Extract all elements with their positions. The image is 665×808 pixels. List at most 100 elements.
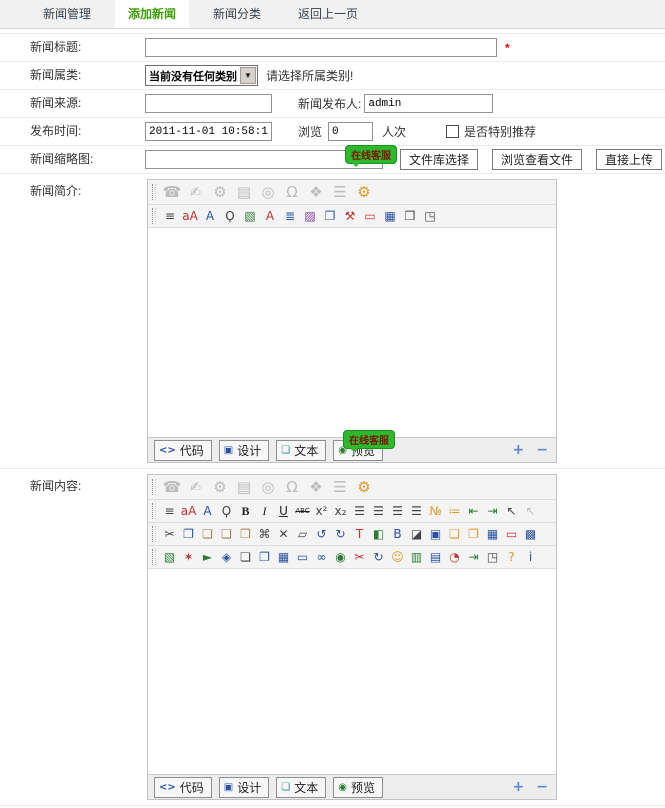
info-icon[interactable]: i [522, 548, 540, 566]
paste-icon[interactable]: ❏ [199, 525, 217, 543]
hyperlink-icon[interactable]: ∞ [313, 548, 331, 566]
media-manager-icon[interactable]: ☎ [161, 477, 183, 497]
shading-icon[interactable]: ◪ [408, 525, 426, 543]
frame-icon[interactable]: ▣ [427, 525, 445, 543]
toolbar-drag-handle[interactable] [152, 184, 156, 200]
disc-icon[interactable]: ◎ [257, 477, 279, 497]
new-doc-icon[interactable]: ❏ [237, 548, 255, 566]
delete-icon[interactable]: ✕ [275, 525, 293, 543]
paragraph-style-icon[interactable]: ≡ [161, 502, 179, 520]
textfield-icon[interactable]: ▭ [294, 548, 312, 566]
headset-icon[interactable]: Ω [281, 182, 303, 202]
marquee-icon[interactable]: ▭ [361, 207, 379, 225]
toolbar-drag-handle[interactable] [152, 503, 156, 519]
components-icon[interactable]: ❖ [305, 182, 327, 202]
calendar-icon[interactable]: ▦ [275, 548, 293, 566]
settings-gear-icon[interactable]: ⚙ [353, 477, 375, 497]
cut-icon[interactable]: ✂ [161, 525, 179, 543]
align-right-icon[interactable]: ☰ [389, 502, 407, 520]
table-icon[interactable]: ▦ [381, 207, 399, 225]
text-color-icon[interactable]: T [351, 525, 369, 543]
send-back-icon[interactable]: ❐ [465, 525, 483, 543]
shrink-editor-icon[interactable]: − [536, 780, 548, 794]
tab-news-management[interactable]: 新闻管理 [30, 0, 104, 28]
layers-icon[interactable]: ❐ [321, 207, 339, 225]
intro-editor-content[interactable] [148, 228, 556, 437]
zoom-icon[interactable]: Ϙ [221, 207, 239, 225]
views-input[interactable] [328, 122, 373, 141]
strikethrough-icon[interactable]: ABC [294, 502, 312, 520]
paragraph-style-icon[interactable]: ≡ [161, 207, 179, 225]
disc-icon[interactable]: ◎ [257, 182, 279, 202]
paste-text-icon[interactable]: ❒ [237, 525, 255, 543]
undo-icon[interactable]: ↺ [313, 525, 331, 543]
publish-time-input[interactable] [145, 122, 272, 141]
tab-return-previous[interactable]: 返回上一页 [285, 0, 371, 28]
upload-file-icon[interactable]: ◈ [218, 548, 236, 566]
find-icon[interactable]: ⌘ [256, 525, 274, 543]
clock-icon[interactable]: ◔ [446, 548, 464, 566]
dropdown-arrow-icon[interactable]: ▼ [240, 67, 256, 84]
popup-window-icon[interactable]: ◳ [484, 548, 502, 566]
bold-icon[interactable]: B [237, 502, 255, 520]
toolbar-drag-handle[interactable] [152, 479, 156, 495]
underline-icon[interactable]: U [275, 502, 293, 520]
draw-tool-icon[interactable]: ✍ [185, 182, 207, 202]
font-color-icon[interactable]: A [261, 207, 279, 225]
components-icon[interactable]: ❖ [305, 477, 327, 497]
settings-gear-icon[interactable]: ⚙ [353, 182, 375, 202]
editor-mode-tab[interactable]: ▣ 设计 [219, 440, 269, 461]
expand-editor-icon[interactable]: + [513, 443, 525, 457]
tab-add-news[interactable]: 添加新闻 [115, 0, 189, 28]
outdent-icon[interactable]: ⇤ [465, 502, 483, 520]
editor-mode-tab[interactable]: ◉ 预览 [333, 777, 383, 798]
paste-word-icon[interactable]: ❑ [218, 525, 236, 543]
help-icon[interactable]: ? [503, 548, 521, 566]
emoticon-icon[interactable]: ☺ [389, 548, 407, 566]
export-icon[interactable]: ⇥ [465, 548, 483, 566]
excel-icon[interactable]: ▥ [408, 548, 426, 566]
library-select-button[interactable]: 文件库选择 [400, 149, 478, 170]
editor-mode-tab[interactable]: <> 代码 [154, 440, 212, 461]
toolbar-drag-handle[interactable] [152, 526, 156, 542]
featured-checkbox[interactable] [446, 125, 459, 138]
shrink-editor-icon[interactable]: − [536, 443, 548, 457]
browse-view-file-button[interactable]: 浏览查看文件 [492, 149, 582, 170]
news-title-input[interactable] [145, 38, 497, 57]
font-size-icon[interactable]: A [199, 502, 217, 520]
direct-upload-button[interactable]: 直接上传 [596, 149, 662, 170]
numbered-list-icon[interactable]: № [427, 502, 445, 520]
spellcheck-icon[interactable]: aA [180, 502, 198, 520]
online-service-badge[interactable]: 在线客服 [343, 430, 395, 449]
bring-front-icon[interactable]: ❏ [446, 525, 464, 543]
image-map-icon[interactable]: ▧ [241, 207, 259, 225]
insert-doc-icon[interactable]: ≣ [281, 207, 299, 225]
form-fields-icon[interactable]: ☰ [329, 182, 351, 202]
subscript-icon[interactable]: x₂ [332, 502, 350, 520]
flash-icon[interactable]: ✶ [180, 548, 198, 566]
print-icon[interactable]: ❒ [401, 207, 419, 225]
tab-news-category[interactable]: 新闻分类 [200, 0, 274, 28]
draw-tool-icon[interactable]: ✍ [185, 477, 207, 497]
headset-icon[interactable]: Ω [281, 477, 303, 497]
editor-mode-tab[interactable]: ▣ 设计 [219, 777, 269, 798]
align-left-icon[interactable]: ☰ [351, 502, 369, 520]
panel-icon[interactable]: ▤ [233, 477, 255, 497]
category-select[interactable]: 当前没有任何类别 ▼ [145, 65, 258, 86]
panel-icon[interactable]: ▤ [233, 182, 255, 202]
fill-color-icon[interactable]: ◧ [370, 525, 388, 543]
font-size-icon[interactable]: A [201, 207, 219, 225]
media-manager-icon[interactable]: ☎ [161, 182, 183, 202]
bg-color-icon[interactable]: B [389, 525, 407, 543]
align-center-icon[interactable]: ☰ [370, 502, 388, 520]
media-icon[interactable]: ► [199, 548, 217, 566]
zoom-icon[interactable]: Ϙ [218, 502, 236, 520]
editor-mode-tab[interactable]: ❏ 文本 [276, 440, 326, 461]
tools-icon[interactable]: ⚒ [341, 207, 359, 225]
break-link-icon[interactable]: ✂ [351, 548, 369, 566]
form-fields-icon[interactable]: ☰ [329, 477, 351, 497]
copy-icon[interactable]: ❐ [180, 525, 198, 543]
news-doc-icon[interactable]: ▤ [427, 548, 445, 566]
redo-icon[interactable]: ↻ [332, 525, 350, 543]
select-arrow-icon[interactable]: ↖ [503, 502, 521, 520]
